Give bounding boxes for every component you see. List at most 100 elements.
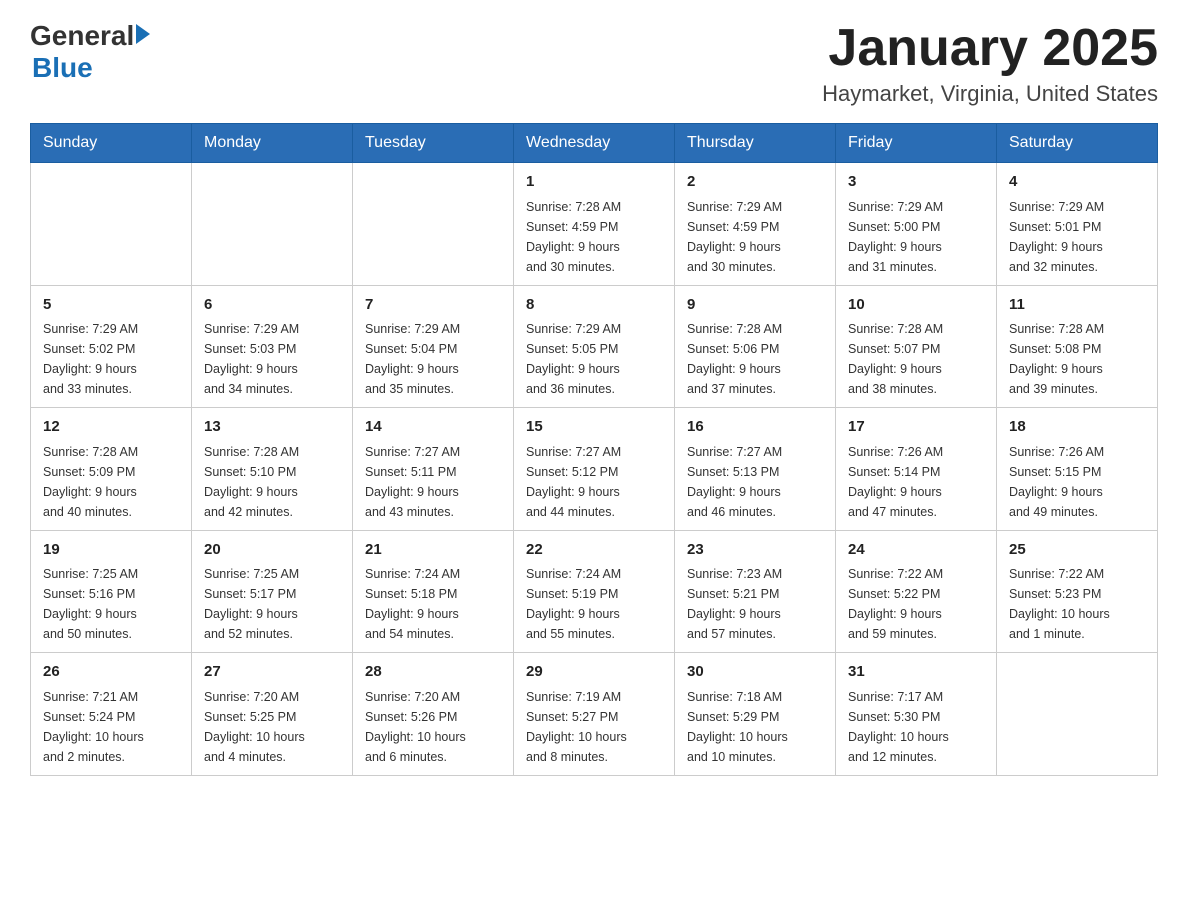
day-info: Sunrise: 7:26 AMSunset: 5:15 PMDaylight:… [1009,442,1145,522]
week-row-0: 1 Sunrise: 7:28 AMSunset: 4:59 PMDaylight… [31,163,1158,286]
calendar-cell: 16 Sunrise: 7:27 AMSunset: 5:13 PMDayligh… [675,408,836,531]
day-info: Sunrise: 7:27 AMSunset: 5:12 PMDaylight:… [526,442,662,522]
day-info: Sunrise: 7:29 AMSunset: 4:59 PMDaylight:… [687,197,823,277]
header-day-monday: Monday [192,124,353,163]
day-number: 29 [526,661,662,684]
title-area: January 2025 Haymarket, Virginia, United… [822,20,1158,107]
day-info: Sunrise: 7:29 AMSunset: 5:03 PMDaylight:… [204,319,340,399]
day-info: Sunrise: 7:24 AMSunset: 5:19 PMDaylight:… [526,564,662,644]
calendar-cell [353,163,514,286]
logo-blue-text: Blue [32,52,93,84]
day-number: 2 [687,171,823,194]
logo-general-text: General [30,20,134,52]
day-number: 4 [1009,171,1145,194]
location-title: Haymarket, Virginia, United States [822,81,1158,107]
header-day-wednesday: Wednesday [514,124,675,163]
calendar-cell: 26 Sunrise: 7:21 AMSunset: 5:24 PMDayligh… [31,653,192,776]
calendar-cell: 31 Sunrise: 7:17 AMSunset: 5:30 PMDayligh… [836,653,997,776]
day-info: Sunrise: 7:21 AMSunset: 5:24 PMDaylight:… [43,687,179,767]
day-number: 19 [43,539,179,562]
calendar-cell: 14 Sunrise: 7:27 AMSunset: 5:11 PMDayligh… [353,408,514,531]
day-info: Sunrise: 7:28 AMSunset: 5:10 PMDaylight:… [204,442,340,522]
day-info: Sunrise: 7:24 AMSunset: 5:18 PMDaylight:… [365,564,501,644]
calendar-cell: 5Sunrise: 7:29 AMSunset: 5:02 PMDaylight… [31,285,192,408]
day-number: 26 [43,661,179,684]
day-number: 25 [1009,539,1145,562]
calendar-cell: 6Sunrise: 7:29 AMSunset: 5:03 PMDaylight… [192,285,353,408]
day-number: 23 [687,539,823,562]
calendar-cell: 15 Sunrise: 7:27 AMSunset: 5:12 PMDayligh… [514,408,675,531]
day-info: Sunrise: 7:20 AMSunset: 5:25 PMDaylight:… [204,687,340,767]
calendar-cell: 27 Sunrise: 7:20 AMSunset: 5:25 PMDayligh… [192,653,353,776]
calendar-cell: 19Sunrise: 7:25 AMSunset: 5:16 PMDayligh… [31,530,192,653]
calendar-cell: 25Sunrise: 7:22 AMSunset: 5:23 PMDayligh… [997,530,1158,653]
day-info: Sunrise: 7:22 AMSunset: 5:22 PMDaylight:… [848,564,984,644]
day-number: 6 [204,294,340,317]
day-number: 15 [526,416,662,439]
calendar-cell: 30Sunrise: 7:18 AMSunset: 5:29 PMDayligh… [675,653,836,776]
day-info: Sunrise: 7:28 AMSunset: 5:08 PMDaylight:… [1009,319,1145,399]
day-number: 11 [1009,294,1145,317]
calendar-cell: 3 Sunrise: 7:29 AMSunset: 5:00 PMDaylight… [836,163,997,286]
calendar-cell: 11Sunrise: 7:28 AMSunset: 5:08 PMDayligh… [997,285,1158,408]
calendar-cell: 24Sunrise: 7:22 AMSunset: 5:22 PMDayligh… [836,530,997,653]
day-number: 12 [43,416,179,439]
calendar-cell [31,163,192,286]
week-row-4: 26 Sunrise: 7:21 AMSunset: 5:24 PMDayligh… [31,653,1158,776]
day-number: 1 [526,171,662,194]
day-number: 27 [204,661,340,684]
day-number: 7 [365,294,501,317]
header-day-tuesday: Tuesday [353,124,514,163]
day-number: 24 [848,539,984,562]
day-info: Sunrise: 7:29 AMSunset: 5:04 PMDaylight:… [365,319,501,399]
day-number: 3 [848,171,984,194]
calendar-cell: 22Sunrise: 7:24 AMSunset: 5:19 PMDayligh… [514,530,675,653]
day-number: 20 [204,539,340,562]
day-info: Sunrise: 7:26 AMSunset: 5:14 PMDaylight:… [848,442,984,522]
calendar-cell: 7Sunrise: 7:29 AMSunset: 5:04 PMDaylight… [353,285,514,408]
day-info: Sunrise: 7:25 AMSunset: 5:16 PMDaylight:… [43,564,179,644]
day-info: Sunrise: 7:29 AMSunset: 5:00 PMDaylight:… [848,197,984,277]
calendar-cell: 13 Sunrise: 7:28 AMSunset: 5:10 PMDayligh… [192,408,353,531]
calendar-header-row: SundayMondayTuesdayWednesdayThursdayFrid… [31,124,1158,163]
day-info: Sunrise: 7:27 AMSunset: 5:13 PMDaylight:… [687,442,823,522]
day-info: Sunrise: 7:22 AMSunset: 5:23 PMDaylight:… [1009,564,1145,644]
day-number: 28 [365,661,501,684]
day-info: Sunrise: 7:28 AMSunset: 4:59 PMDaylight:… [526,197,662,277]
calendar-cell [997,653,1158,776]
day-number: 5 [43,294,179,317]
day-number: 16 [687,416,823,439]
day-info: Sunrise: 7:17 AMSunset: 5:30 PMDaylight:… [848,687,984,767]
day-number: 8 [526,294,662,317]
day-number: 13 [204,416,340,439]
week-row-2: 12 Sunrise: 7:28 AMSunset: 5:09 PMDayligh… [31,408,1158,531]
calendar-table: SundayMondayTuesdayWednesdayThursdayFrid… [30,123,1158,776]
calendar-cell: 4 Sunrise: 7:29 AMSunset: 5:01 PMDaylight… [997,163,1158,286]
month-title: January 2025 [822,20,1158,77]
logo-arrow-icon [136,24,150,44]
day-info: Sunrise: 7:28 AMSunset: 5:09 PMDaylight:… [43,442,179,522]
day-number: 22 [526,539,662,562]
day-info: Sunrise: 7:20 AMSunset: 5:26 PMDaylight:… [365,687,501,767]
day-info: Sunrise: 7:27 AMSunset: 5:11 PMDaylight:… [365,442,501,522]
day-number: 18 [1009,416,1145,439]
day-info: Sunrise: 7:28 AMSunset: 5:06 PMDaylight:… [687,319,823,399]
calendar-cell: 28 Sunrise: 7:20 AMSunset: 5:26 PMDayligh… [353,653,514,776]
day-number: 17 [848,416,984,439]
calendar-cell: 2 Sunrise: 7:29 AMSunset: 4:59 PMDaylight… [675,163,836,286]
day-info: Sunrise: 7:29 AMSunset: 5:02 PMDaylight:… [43,319,179,399]
header-day-friday: Friday [836,124,997,163]
day-info: Sunrise: 7:29 AMSunset: 5:01 PMDaylight:… [1009,197,1145,277]
day-number: 14 [365,416,501,439]
day-number: 21 [365,539,501,562]
calendar-cell: 20Sunrise: 7:25 AMSunset: 5:17 PMDayligh… [192,530,353,653]
calendar-cell: 23Sunrise: 7:23 AMSunset: 5:21 PMDayligh… [675,530,836,653]
day-number: 31 [848,661,984,684]
day-info: Sunrise: 7:18 AMSunset: 5:29 PMDaylight:… [687,687,823,767]
header-day-saturday: Saturday [997,124,1158,163]
week-row-3: 19Sunrise: 7:25 AMSunset: 5:16 PMDayligh… [31,530,1158,653]
calendar-cell [192,163,353,286]
calendar-cell: 8Sunrise: 7:29 AMSunset: 5:05 PMDaylight… [514,285,675,408]
day-info: Sunrise: 7:28 AMSunset: 5:07 PMDaylight:… [848,319,984,399]
day-info: Sunrise: 7:25 AMSunset: 5:17 PMDaylight:… [204,564,340,644]
